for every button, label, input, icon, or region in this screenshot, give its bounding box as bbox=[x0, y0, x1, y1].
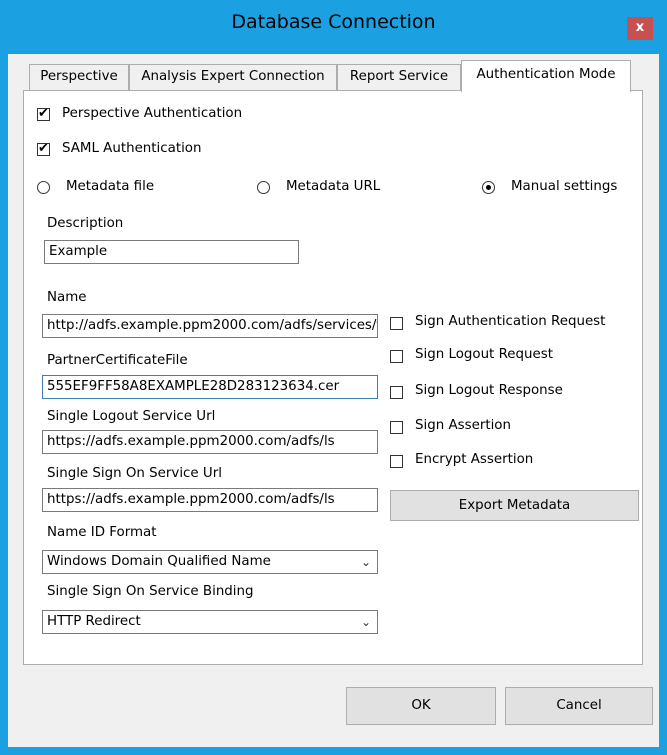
description-label: Description bbox=[47, 216, 124, 231]
logout-url-label: Single Logout Service Url bbox=[47, 409, 216, 424]
saml-auth-label: SAML Authentication bbox=[62, 141, 202, 156]
tab-label: Perspective bbox=[40, 69, 118, 84]
tab-analysis-expert-connection[interactable]: Analysis Expert Connection bbox=[129, 64, 337, 90]
sign-auth-request-label: Sign Authentication Request bbox=[415, 314, 606, 329]
metadata-url-radio[interactable] bbox=[257, 181, 270, 194]
cancel-button[interactable]: Cancel bbox=[505, 687, 653, 725]
name-label: Name bbox=[47, 290, 87, 305]
name-input[interactable]: http://adfs.example.ppm2000.com/adfs/ser… bbox=[42, 314, 378, 338]
description-input[interactable]: Example bbox=[44, 240, 299, 264]
sso-binding-value: HTTP Redirect bbox=[47, 614, 141, 629]
partner-cert-input[interactable]: 555EF9FF58A8EXAMPLE28D283123634.cer bbox=[42, 375, 378, 399]
encrypt-assertion-checkbox[interactable] bbox=[390, 455, 403, 468]
encrypt-assertion-label: Encrypt Assertion bbox=[415, 452, 534, 467]
tab-report-service[interactable]: Report Service bbox=[337, 64, 461, 90]
tab-label: Report Service bbox=[349, 69, 449, 84]
tab-perspective[interactable]: Perspective bbox=[29, 64, 129, 90]
sso-binding-select[interactable]: HTTP Redirect ⌄ bbox=[42, 610, 378, 634]
chevron-down-icon: ⌄ bbox=[360, 555, 371, 569]
partner-cert-label: PartnerCertificateFile bbox=[47, 353, 188, 368]
export-metadata-button[interactable]: Export Metadata bbox=[390, 490, 639, 521]
close-button[interactable]: x bbox=[627, 17, 653, 40]
tab-label: Authentication Mode bbox=[476, 67, 616, 82]
metadata-url-label: Metadata URL bbox=[286, 179, 381, 194]
metadata-file-label: Metadata file bbox=[66, 179, 155, 194]
logout-url-input[interactable]: https://adfs.example.ppm2000.com/adfs/ls bbox=[42, 430, 378, 454]
sign-logout-request-checkbox[interactable] bbox=[390, 350, 403, 363]
ok-button[interactable]: OK bbox=[346, 687, 496, 725]
window-title: Database Connection bbox=[231, 11, 436, 33]
dialog-window: Database Connection x Perspective Analys… bbox=[0, 0, 667, 755]
tab-label: Analysis Expert Connection bbox=[141, 69, 325, 84]
manual-settings-label: Manual settings bbox=[511, 179, 618, 194]
sso-url-label: Single Sign On Service Url bbox=[47, 466, 222, 481]
chevron-down-icon: ⌄ bbox=[360, 615, 371, 629]
manual-settings-radio[interactable] bbox=[482, 181, 495, 194]
sign-assertion-checkbox[interactable] bbox=[390, 421, 403, 434]
name-id-format-value: Windows Domain Qualified Name bbox=[47, 554, 271, 569]
close-icon: x bbox=[635, 20, 645, 35]
perspective-auth-label: Perspective Authentication bbox=[62, 106, 243, 121]
sso-binding-label: Single Sign On Service Binding bbox=[47, 584, 254, 599]
saml-auth-checkbox[interactable] bbox=[37, 141, 50, 156]
sign-auth-request-checkbox[interactable] bbox=[390, 317, 403, 330]
name-id-format-label: Name ID Format bbox=[47, 525, 157, 540]
perspective-auth-checkbox[interactable] bbox=[37, 106, 50, 121]
sign-logout-response-label: Sign Logout Response bbox=[415, 383, 563, 398]
sso-url-input[interactable]: https://adfs.example.ppm2000.com/adfs/ls bbox=[42, 488, 378, 512]
sign-logout-response-checkbox[interactable] bbox=[390, 386, 403, 399]
sign-logout-request-label: Sign Logout Request bbox=[415, 347, 553, 362]
name-id-format-select[interactable]: Windows Domain Qualified Name ⌄ bbox=[42, 550, 378, 574]
metadata-file-radio[interactable] bbox=[37, 181, 50, 194]
tab-authentication-mode[interactable]: Authentication Mode bbox=[461, 60, 631, 92]
sign-assertion-label: Sign Assertion bbox=[415, 418, 511, 433]
